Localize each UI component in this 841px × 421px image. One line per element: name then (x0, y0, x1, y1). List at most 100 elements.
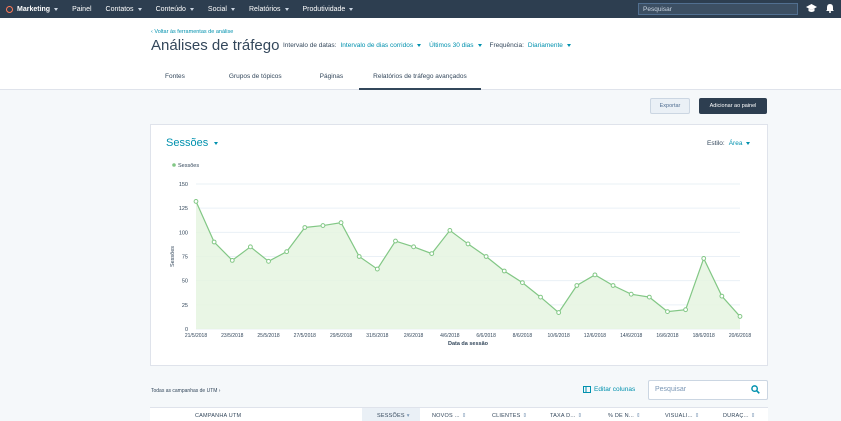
page-header: ‹ Voltar às ferramentas de análise Análi… (0, 18, 841, 90)
top-navigation-bar: Marketing Painel Contatos Conteúdo Socia… (0, 0, 841, 18)
chevron-down-icon (231, 7, 235, 11)
data-point (193, 199, 199, 204)
hubspot-logo-icon (6, 5, 13, 13)
data-point (501, 268, 507, 274)
chart-style-value: Área (728, 140, 743, 147)
nav-item-contatos[interactable]: Contatos (106, 6, 142, 13)
column-label: CLIENTES (492, 413, 521, 419)
academy-icon[interactable] (806, 4, 817, 16)
nav-item-painel[interactable]: Painel (72, 6, 91, 13)
date-range-label: Intervalo de datas: (283, 42, 337, 49)
data-point (628, 291, 634, 297)
column-header-clientes[interactable]: CLIENTES ⇕ (492, 413, 527, 419)
x-tick-label: 31/5/2018 (366, 333, 388, 339)
table-search-placeholder: Pesquisar (655, 386, 687, 393)
global-search-input[interactable]: Pesquisar (638, 3, 798, 15)
legend-label: Sessões (178, 163, 199, 169)
data-point (447, 228, 453, 233)
utm-campaigns-label: Todas as campanhas de UTM (151, 388, 218, 394)
utm-campaigns-breadcrumb[interactable]: Todas as campanhas de UTM › (151, 388, 220, 394)
tab-relatorios-avancados[interactable]: Relatórios de tráfego avançados (359, 68, 481, 90)
data-point (574, 283, 580, 288)
data-point (374, 266, 380, 272)
column-header-campanha[interactable]: CAMPANHA UTM (195, 413, 241, 419)
tab-fontes[interactable]: Fontes (151, 68, 199, 90)
data-point (701, 256, 707, 261)
data-point (538, 294, 543, 300)
data-point (520, 280, 525, 286)
data-point (411, 244, 417, 250)
nav-item-social[interactable]: Social (208, 6, 235, 13)
sort-icon: ⇕ (461, 413, 467, 419)
column-header-taxa[interactable]: TAXA D... ⇕ (550, 413, 582, 419)
column-header-duracao[interactable]: DURAÇ... ⇕ (723, 413, 756, 419)
table-header-row: CAMPANHA UTM SESSÕES ▾ NOVOS ... ⇕ CLIENTE… (150, 407, 768, 421)
x-tick-label: 21/5/2018 (185, 333, 207, 339)
chevron-down-icon (189, 7, 194, 11)
x-tick-label: 16/6/2018 (656, 333, 678, 339)
column-label: TAXA D... (550, 413, 576, 419)
data-point (483, 254, 489, 259)
nav-item-relatorios[interactable]: Relatórios (249, 6, 289, 13)
chevron-down-icon (417, 44, 422, 47)
metric-selector-label: Sessões (166, 137, 209, 149)
brand-label: Marketing (17, 5, 51, 13)
chevron-down-icon (746, 142, 751, 145)
nav-item-produtividade[interactable]: Produtividade (303, 6, 354, 13)
chevron-down-icon (137, 7, 142, 11)
data-point (556, 310, 562, 315)
x-tick-label: 4/6/2018 (440, 333, 460, 339)
data-point (737, 314, 743, 319)
notification-bell-icon[interactable] (826, 4, 834, 16)
column-label: CAMPANHA UTM (195, 413, 242, 419)
tab-grupos-de-topicos[interactable]: Grupos de tópicos (215, 68, 296, 90)
add-to-dashboard-button[interactable]: Adicionar ao painel (699, 98, 767, 114)
tab-paginas[interactable]: Páginas (306, 68, 358, 90)
column-header-sessoes[interactable]: SESSÕES ▾ (377, 413, 410, 419)
data-point (393, 238, 398, 244)
table-search-input[interactable]: Pesquisar (648, 380, 768, 400)
chevron-down-icon (349, 7, 354, 11)
date-range-type-value: Intervalo de dias corridos (340, 42, 414, 49)
data-point (284, 249, 290, 255)
report-tabs: Fontes Grupos de tópicos Páginas Relatór… (151, 68, 481, 90)
data-point (320, 223, 326, 228)
column-header-percent-novos[interactable]: % DE N... ⇕ (608, 413, 641, 419)
y-tick-label: 125 (179, 206, 188, 212)
data-point (211, 239, 217, 245)
export-button[interactable]: Exportar (650, 98, 690, 114)
data-point (248, 244, 253, 250)
x-tick-label: 18/6/2018 (693, 333, 715, 339)
y-tick-label: 75 (182, 255, 188, 261)
y-axis-title: Sessões (170, 246, 176, 267)
column-header-novos[interactable]: NOVOS ... ⇕ (432, 413, 467, 419)
frequency-dropdown[interactable]: Diariamente (528, 42, 571, 49)
sort-icon: ⇕ (750, 413, 756, 419)
column-label: % DE N... (608, 413, 634, 419)
column-header-visualizacoes[interactable]: VISUALI... ⇕ (665, 413, 700, 419)
back-link[interactable]: ‹ Voltar às ferramentas de análise (151, 29, 233, 35)
chart-style-selector[interactable]: Estilo: Área (707, 140, 751, 147)
x-tick-label: 8/6/2018 (513, 333, 533, 339)
metric-selector[interactable]: Sessões (166, 137, 219, 149)
nav-item-conteudo[interactable]: Conteúdo (156, 6, 194, 13)
x-tick-label: 6/6/2018 (476, 333, 496, 339)
x-tick-label: 25/5/2018 (257, 333, 279, 339)
nav-item-label: Painel (72, 5, 92, 13)
x-tick-label: 14/6/2018 (620, 333, 642, 339)
date-range-type-dropdown[interactable]: Intervalo de dias corridos (340, 42, 422, 49)
data-point (229, 257, 235, 263)
data-point (592, 272, 598, 278)
brand-menu[interactable]: Marketing (6, 5, 59, 13)
sessions-area-chart: 025507510012515021/5/2018 23/5/2018 25/5/2… (170, 163, 751, 347)
chevron-down-icon (54, 7, 59, 11)
column-label: DURAÇ... (723, 413, 749, 419)
columns-icon (583, 386, 591, 393)
data-point (429, 251, 435, 257)
date-range-dropdown[interactable]: Últimos 30 dias (429, 42, 482, 49)
nav-item-label: Produtividade (302, 5, 346, 13)
sort-desc-icon: ▾ (406, 413, 410, 419)
edit-columns-button[interactable]: Editar colunas (583, 386, 635, 393)
date-range-value: Últimos 30 dias (429, 42, 474, 49)
search-icon[interactable] (751, 385, 760, 394)
